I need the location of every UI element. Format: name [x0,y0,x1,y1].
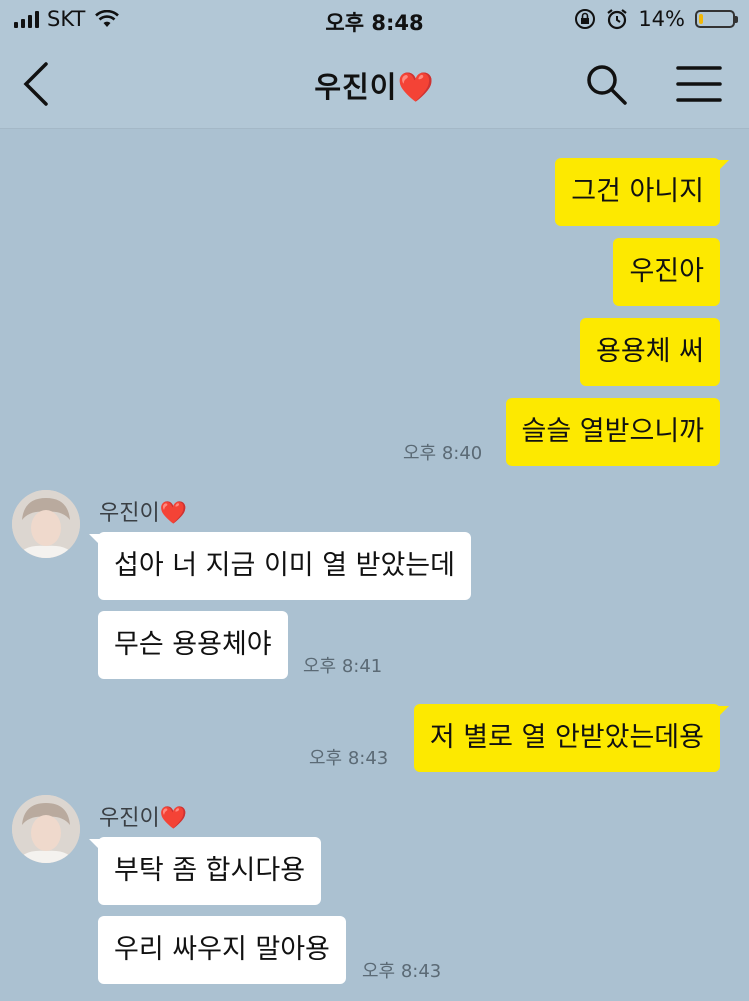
profile-photo-icon [12,490,80,558]
search-icon[interactable] [582,60,630,108]
message-bubble-mine[interactable]: 그건 아니지 [555,158,729,226]
alarm-icon [607,9,627,30]
status-bar: SKT 오후 8:48 14% [0,0,749,40]
message-timestamp: 오후 8:43 [362,961,442,982]
message-bubble-mine[interactable]: 저 별로 열 안받았는데용 [413,704,730,772]
status-right: 14% [574,7,738,31]
profile-photo-icon [12,795,80,863]
avatar[interactable] [12,795,80,863]
message-bubble-mine[interactable]: 슬슬 열받으니까 [505,398,720,466]
battery-percent: 14% [638,7,685,31]
message-bubble-theirs[interactable]: 무슨 용용체야 [98,611,288,679]
message-timestamp: 오후 8:40 [403,443,483,464]
message-timestamp: 오후 8:43 [309,748,389,769]
battery-level [699,14,703,24]
battery-icon [695,10,738,28]
heart-emoji: ❤️ [397,70,435,104]
heart-emoji: ❤️ [159,501,188,526]
chat-title: 우진이❤️ [0,64,749,106]
sender-name: 우진이❤️ [99,800,187,832]
message-bubble-mine[interactable]: 용용체 써 [580,318,720,386]
hamburger-menu-icon[interactable] [674,62,724,106]
message-bubble-mine[interactable]: 우진아 [613,238,720,306]
message-bubble-theirs[interactable]: 부탁 좀 합시다용 [88,837,322,905]
sender-name-text: 우진이 [99,806,160,831]
sender-name: 우진이❤️ [99,495,187,527]
avatar[interactable] [12,490,80,558]
message-bubble-theirs[interactable]: 섭아 너 지금 이미 열 받았는데 [89,532,471,600]
message-timestamp: 오후 8:41 [303,656,383,677]
rotation-lock-icon [575,9,596,29]
message-bubble-theirs[interactable]: 우리 싸우지 말아용 [98,916,346,984]
chat-header: 우진이❤️ [0,40,749,129]
sender-name-text: 우진이 [99,501,160,526]
chat-title-name: 우진이 [314,70,398,104]
heart-emoji: ❤️ [159,806,188,831]
